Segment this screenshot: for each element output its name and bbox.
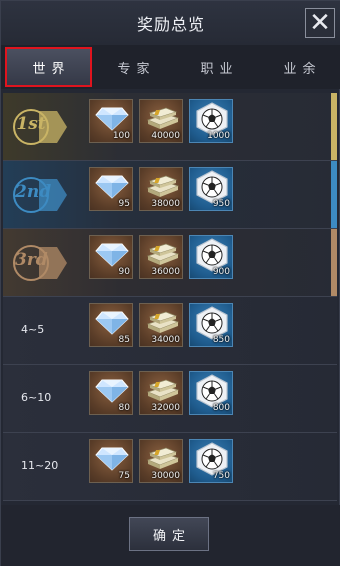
reward-quantity: 38000 (151, 199, 180, 209)
reward-item-cash-stack[interactable]: 30000 (139, 439, 183, 483)
reward-quantity: 32000 (151, 403, 180, 413)
reward-quantity: 40000 (151, 131, 180, 141)
rank-badge-icon: 3rd (9, 241, 69, 285)
reward-quantity: 90 (118, 267, 130, 277)
reward-item-diamond[interactable]: 95 (89, 167, 133, 211)
rank-badge-icon: 2nd (9, 173, 69, 217)
reward-row: 4~5 85 34000 850 (3, 297, 337, 365)
reward-rows: 1st 100 40000 1000 2nd 95 38000 950 3rd 90 36000 90… (3, 93, 337, 501)
reward-item-football[interactable]: 1000 (189, 99, 233, 143)
reward-items: 90 36000 900 (89, 235, 233, 279)
reward-items: 95 38000 950 (89, 167, 233, 211)
reward-quantity: 80 (118, 403, 130, 413)
reward-quantity: 800 (212, 403, 230, 413)
reward-items: 85 34000 850 (89, 303, 233, 347)
rank-label: 1st (16, 114, 46, 134)
reward-item-football[interactable]: 950 (189, 167, 233, 211)
rank-accent-bar (331, 161, 337, 228)
reward-quantity: 850 (212, 335, 230, 345)
rank-label: 6~10 (21, 391, 52, 404)
reward-items: 75 30000 750 (89, 439, 233, 483)
reward-item-diamond[interactable]: 100 (89, 99, 133, 143)
category-tabs: 世界 专家 职业 业余 (1, 45, 340, 89)
reward-item-cash-stack[interactable]: 36000 (139, 235, 183, 279)
tab-professional[interactable]: 职业 (175, 45, 258, 89)
tab-expert[interactable]: 专家 (92, 45, 175, 89)
reward-quantity: 95 (118, 199, 130, 209)
close-button[interactable]: ✕ (305, 8, 335, 38)
reward-quantity: 75 (118, 471, 130, 481)
reward-item-diamond[interactable]: 75 (89, 439, 133, 483)
reward-items: 100 40000 1000 (89, 99, 233, 143)
reward-quantity: 950 (212, 199, 230, 209)
reward-quantity: 750 (212, 471, 230, 481)
reward-item-diamond[interactable]: 80 (89, 371, 133, 415)
reward-row: 3rd 90 36000 900 (3, 229, 337, 297)
reward-quantity: 100 (112, 131, 130, 141)
reward-item-cash-stack[interactable]: 32000 (139, 371, 183, 415)
reward-quantity: 34000 (151, 335, 180, 345)
reward-item-football[interactable]: 850 (189, 303, 233, 347)
rank-label: 11~20 (21, 459, 59, 472)
panel-title: 奖励总览 (136, 15, 205, 34)
reward-row: 6~10 80 32000 800 (3, 365, 337, 433)
reward-item-diamond[interactable]: 90 (89, 235, 133, 279)
close-icon: ✕ (309, 8, 331, 38)
reward-items: 80 32000 800 (89, 371, 233, 415)
panel-footer: 确定 (1, 505, 340, 566)
reward-quantity: 30000 (151, 471, 180, 481)
reward-row: 1st 100 40000 1000 (3, 93, 337, 161)
tab-world[interactable]: 世界 (5, 47, 92, 87)
rank-label: 2nd (15, 182, 52, 202)
rank-accent-bar (331, 229, 337, 296)
reward-overview-panel: 奖励总览 ✕ 世界 专家 职业 业余 1st 100 40000 1000 2nd 95 3… (0, 0, 340, 566)
reward-quantity: 1000 (207, 131, 230, 141)
tab-amateur[interactable]: 业余 (258, 45, 340, 89)
reward-item-cash-stack[interactable]: 40000 (139, 99, 183, 143)
rank-label: 4~5 (21, 323, 45, 336)
reward-item-football[interactable]: 750 (189, 439, 233, 483)
reward-quantity: 900 (212, 267, 230, 277)
reward-item-cash-stack[interactable]: 34000 (139, 303, 183, 347)
panel-header: 奖励总览 ✕ (1, 1, 340, 45)
reward-quantity: 85 (118, 335, 130, 345)
rank-label: 3rd (15, 250, 48, 270)
reward-row: 2nd 95 38000 950 (3, 161, 337, 229)
rank-accent-bar (331, 93, 337, 160)
reward-row: 11~20 75 30000 750 (3, 433, 337, 501)
reward-item-cash-stack[interactable]: 38000 (139, 167, 183, 211)
reward-item-football[interactable]: 800 (189, 371, 233, 415)
reward-item-diamond[interactable]: 85 (89, 303, 133, 347)
rank-badge-icon: 1st (9, 105, 69, 149)
reward-quantity: 36000 (151, 267, 180, 277)
reward-item-football[interactable]: 900 (189, 235, 233, 279)
confirm-button[interactable]: 确定 (129, 517, 209, 551)
